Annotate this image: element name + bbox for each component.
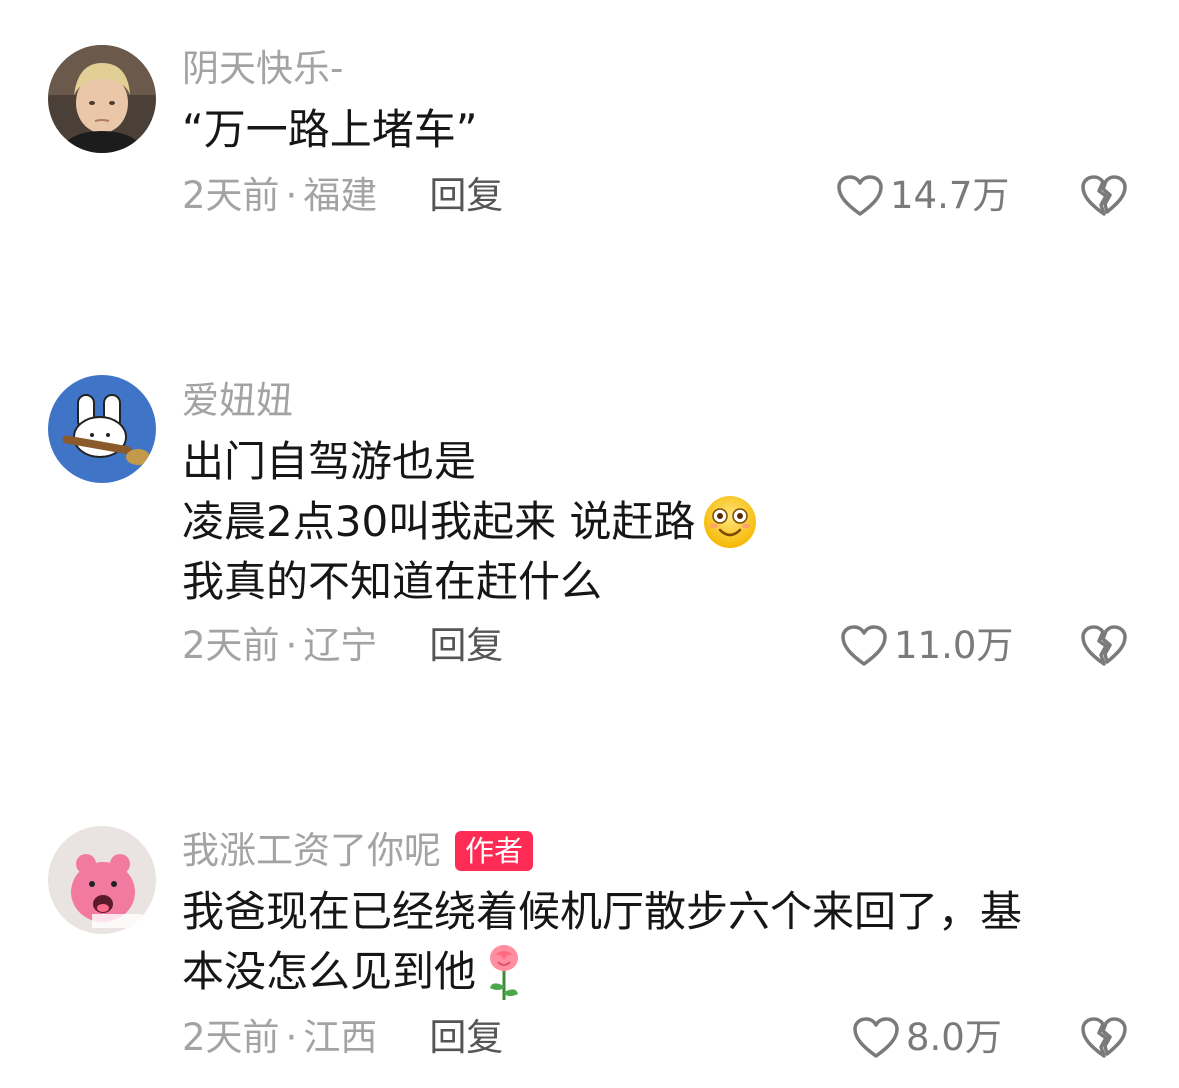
heart-outline-icon <box>841 625 887 666</box>
reply-button[interactable]: 回复 <box>429 174 503 218</box>
comment-time: 2天前 <box>182 1016 280 1059</box>
author-badge: 作者 <box>455 831 534 871</box>
comment-line: 我真的不知道在赶什么 <box>182 557 603 606</box>
broken-heart-icon[interactable] <box>1080 622 1128 670</box>
broken-heart-icon[interactable] <box>1080 1014 1128 1062</box>
comment-line-text: 凌晨2点30叫我起来 说赶路 <box>182 497 696 546</box>
like-button[interactable]: 14.7万 <box>836 174 1009 218</box>
username-text[interactable]: 我涨工资了你呢 <box>182 829 441 873</box>
comment-meta: 2天前 · 江西 回复 <box>182 1016 503 1060</box>
comment-text: “万一路上堵车” <box>182 100 478 160</box>
avatar[interactable] <box>48 375 156 483</box>
heart-outline-icon <box>837 175 883 216</box>
comment-line-text: 本没怎么见到他 <box>182 947 477 996</box>
comment-meta: 2天前 · 福建 回复 <box>182 174 503 218</box>
comment-text: 我爸现在已经绕着候机厅散步六个来回了，基 本没怎么见到他 <box>182 882 1022 1002</box>
reply-button[interactable]: 回复 <box>429 624 503 668</box>
like-button[interactable]: 8.0万 <box>852 1016 1002 1060</box>
username-text[interactable]: 阴天快乐- <box>182 47 343 91</box>
comment-line: “万一路上堵车” <box>182 105 478 154</box>
comment-text: 出门自驾游也是 凌晨2点30叫我起来 说赶路 我真的不知道在赶什么 <box>182 432 758 612</box>
reply-button[interactable]: 回复 <box>429 1016 503 1060</box>
like-button[interactable]: 11.0万 <box>840 624 1013 668</box>
comment-line: 凌晨2点30叫我起来 说赶路 <box>182 492 758 552</box>
comment-location: 江西 <box>303 1016 378 1059</box>
broken-heart-icon[interactable] <box>1080 172 1128 220</box>
rose-emoji <box>490 945 519 1000</box>
username-text[interactable]: 爱妞妞 <box>182 379 293 423</box>
comment-line: 本没怎么见到他 <box>182 942 1022 1002</box>
comment-line: 出门自驾游也是 <box>182 437 477 486</box>
avatar[interactable] <box>48 45 156 153</box>
comment-time: 2天前 <box>182 174 280 217</box>
like-count: 14.7万 <box>890 174 1010 217</box>
comment-meta: 2天前 · 辽宁 回复 <box>182 624 503 668</box>
username[interactable]: 阴天快乐- <box>182 47 343 91</box>
comment-location: 福建 <box>303 174 378 217</box>
smile-face-emoji <box>703 496 756 548</box>
comment-line: 我爸现在已经绕着候机厅散步六个来回了，基 <box>182 887 1023 936</box>
comment-time: 2天前 <box>182 624 280 667</box>
meta-separator: · <box>285 624 298 667</box>
meta-separator: · <box>285 174 298 217</box>
username[interactable]: 爱妞妞 <box>182 379 293 423</box>
comment-location: 辽宁 <box>303 624 378 667</box>
heart-outline-icon <box>853 1017 899 1058</box>
like-count: 8.0万 <box>906 1016 1002 1059</box>
username[interactable]: 我涨工资了你呢 作者 <box>182 829 534 873</box>
like-count: 11.0万 <box>894 624 1014 667</box>
avatar[interactable] <box>48 826 156 934</box>
meta-separator: · <box>285 1016 298 1059</box>
